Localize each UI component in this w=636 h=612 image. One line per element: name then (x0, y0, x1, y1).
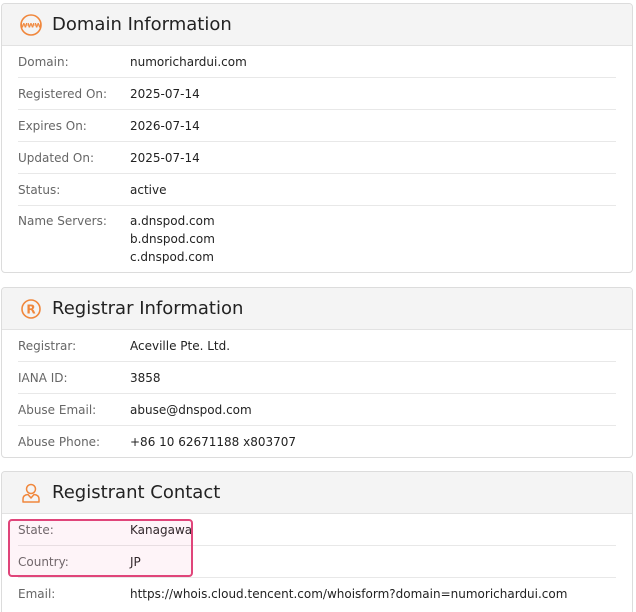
row-value: 2025-07-14 (130, 86, 200, 101)
domain-information-card: WWW Domain Information Domain: numoricha… (1, 3, 633, 273)
row-value: active (130, 182, 167, 197)
card-title: Registrant Contact (52, 482, 221, 503)
row-value: +86 10 62671188 x803707 (130, 435, 297, 449)
info-row-domain: Domain: numorichardui.com (18, 46, 616, 78)
row-label: Registered On: (18, 86, 108, 101)
info-row-abuse-email: Abuse Email: abuse@dnspod.com (18, 394, 616, 426)
www-globe-icon: WWW (19, 13, 43, 37)
registered-icon: R (19, 297, 43, 321)
row-label: Status: (18, 182, 61, 197)
info-row-iana-id: IANA ID: 3858 (18, 362, 616, 394)
info-row-expires-on: Expires On: 2026-07-14 (18, 110, 616, 142)
name-server: a.dnspod.com (130, 214, 215, 228)
svg-text:R: R (26, 302, 35, 316)
row-label: Registrar: (18, 338, 77, 353)
row-value: abuse@dnspod.com (130, 402, 252, 417)
row-label: Email: (18, 587, 56, 601)
row-label: Country: (18, 554, 69, 569)
row-value: Kanagawa (130, 522, 193, 537)
info-row-updated-on: Updated On: 2025-07-14 (18, 142, 616, 174)
info-row-email: Email: https://whois.cloud.tencent.com/w… (18, 578, 616, 610)
card-header: WWW Domain Information (2, 4, 632, 46)
row-value: 3858 (130, 370, 161, 385)
row-label: Domain: (18, 54, 69, 69)
row-label: Abuse Phone: (18, 435, 101, 449)
info-row-name-servers: Name Servers: a.dnspod.com b.dnspod.com … (18, 206, 616, 272)
row-label: Abuse Email: (18, 402, 97, 417)
row-value: Aceville Pte. Ltd. (130, 338, 231, 353)
registrar-information-card: R Registrar Information Registrar: Acevi… (1, 287, 633, 458)
card-header: Registrant Contact (2, 472, 632, 514)
info-row-country: Country: JP (18, 546, 616, 578)
info-row-state: State: Kanagawa (18, 514, 616, 546)
info-row-registrar: Registrar: Aceville Pte. Ltd. (18, 330, 616, 362)
card-title: Registrar Information (52, 298, 244, 319)
name-server-list: a.dnspod.com b.dnspod.com c.dnspod.com (130, 212, 215, 266)
row-label: Expires On: (18, 118, 87, 133)
info-row-abuse-phone: Abuse Phone: +86 10 62671188 x803707 (18, 426, 616, 457)
email-link[interactable]: https://whois.cloud.tencent.com/whoisfor… (130, 587, 567, 601)
row-label: Updated On: (18, 150, 94, 165)
row-value: numorichardui.com (130, 54, 247, 69)
registrant-contact-card: Registrant Contact State: Kanagawa Count… (1, 471, 633, 612)
row-value: 2025-07-14 (130, 150, 200, 165)
svg-text:WWW: WWW (20, 21, 42, 29)
card-header: R Registrar Information (2, 288, 632, 330)
row-value: JP (130, 554, 141, 569)
person-icon (19, 481, 43, 505)
name-server: b.dnspod.com (130, 232, 215, 246)
row-label: Name Servers: (18, 214, 107, 228)
row-label: IANA ID: (18, 370, 68, 385)
card-title: Domain Information (52, 14, 232, 35)
row-value: 2026-07-14 (130, 118, 200, 133)
info-row-status: Status: active (18, 174, 616, 206)
name-server: c.dnspod.com (130, 250, 214, 264)
row-label: State: (18, 522, 54, 537)
info-row-registered-on: Registered On: 2025-07-14 (18, 78, 616, 110)
